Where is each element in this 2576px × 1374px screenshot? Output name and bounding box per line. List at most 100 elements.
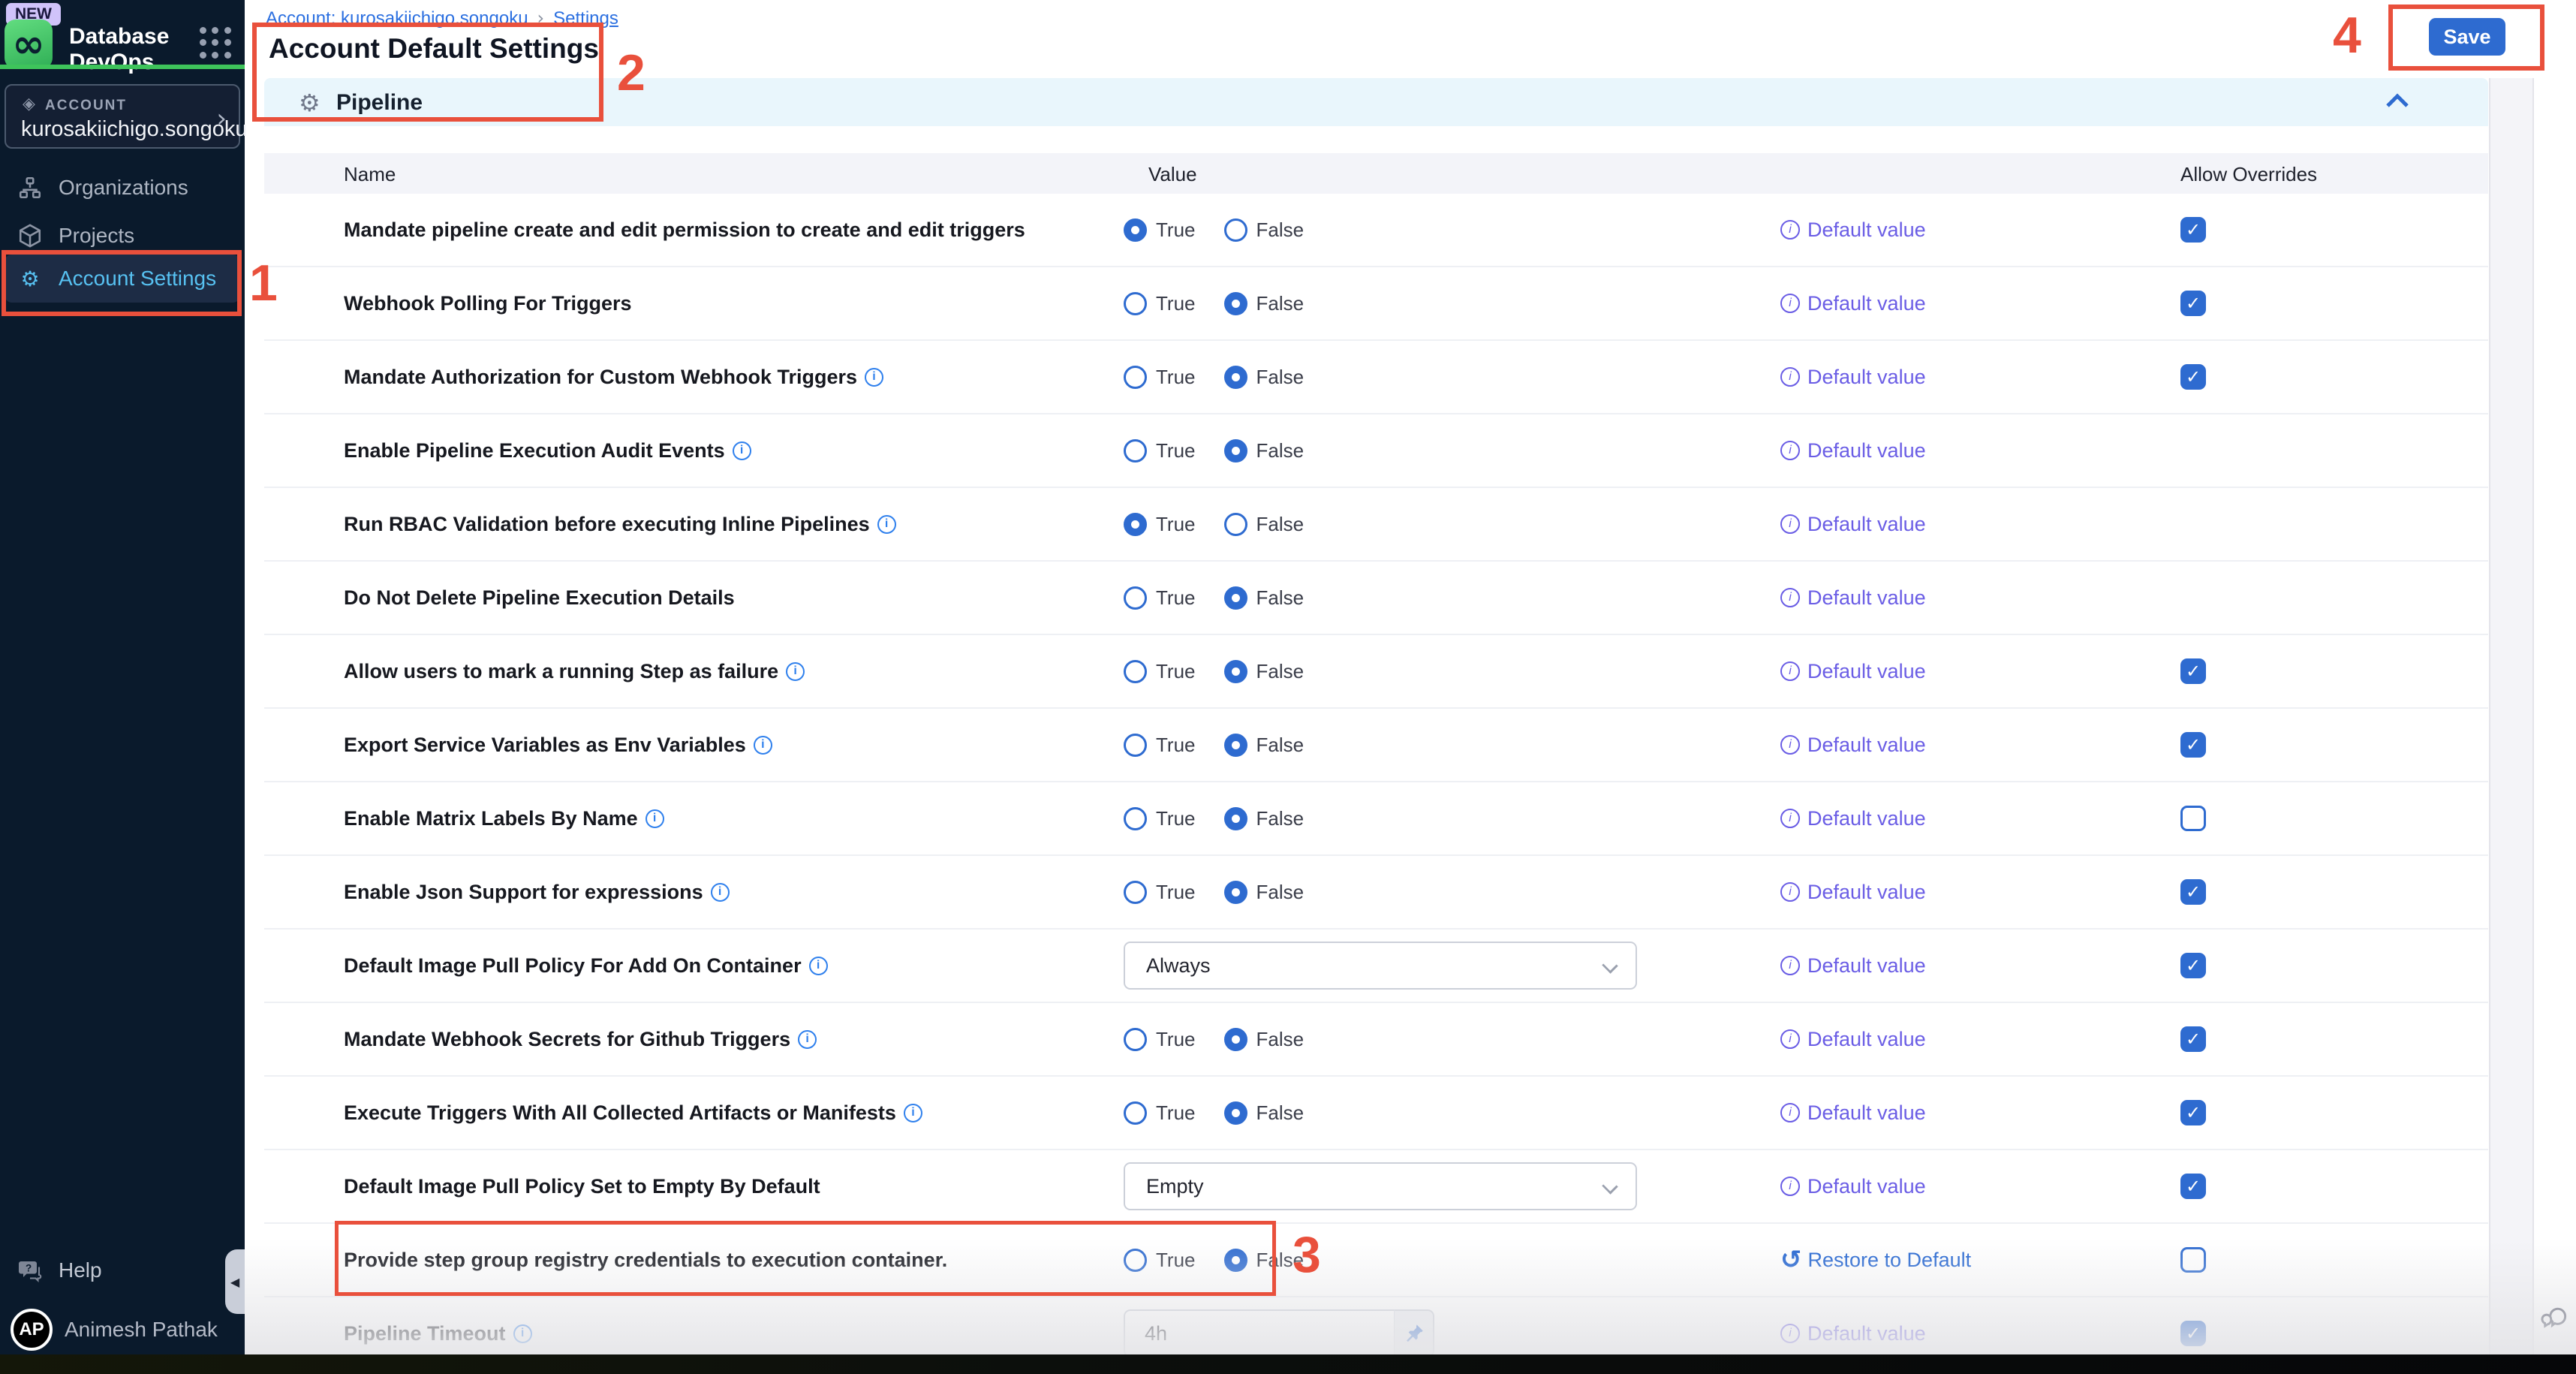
default-value-link[interactable]: iDefault value bbox=[1780, 881, 1926, 904]
info-icon[interactable]: i bbox=[877, 515, 896, 534]
avatar: AP bbox=[11, 1309, 53, 1351]
radio-option-false[interactable]: False bbox=[1224, 807, 1305, 830]
radio-option-false[interactable]: False bbox=[1224, 734, 1305, 757]
radio-option-true[interactable]: True bbox=[1124, 513, 1196, 536]
breadcrumb-settings-link[interactable]: Settings bbox=[553, 8, 618, 29]
timeout-input[interactable]: 4h bbox=[1124, 1309, 1394, 1357]
allow-overrides-checkbox[interactable]: ✓ bbox=[2180, 879, 2206, 905]
radio-option-true[interactable]: True bbox=[1124, 292, 1196, 315]
info-icon[interactable]: i bbox=[513, 1324, 532, 1343]
radio-option-false[interactable]: False bbox=[1224, 881, 1305, 904]
radio-option-false[interactable]: False bbox=[1224, 1249, 1305, 1272]
radio-option-true[interactable]: True bbox=[1124, 1101, 1196, 1125]
allow-overrides-checkbox[interactable] bbox=[2180, 1247, 2206, 1273]
help-label: Help bbox=[59, 1258, 102, 1282]
info-icon[interactable]: i bbox=[786, 662, 805, 681]
default-value-link[interactable]: iDefault value bbox=[1780, 1175, 1926, 1198]
default-value-link[interactable]: iDefault value bbox=[1780, 218, 1926, 242]
radio-option-true[interactable]: True bbox=[1124, 807, 1196, 830]
account-selector[interactable]: ◈ ACCOUNT kurosakiichigo.songoku › bbox=[5, 84, 240, 149]
allow-overrides-checkbox[interactable]: ✓ bbox=[2180, 953, 2206, 978]
info-icon[interactable]: i bbox=[865, 368, 883, 387]
default-value-label: Default value bbox=[1807, 807, 1926, 830]
radio-true-icon bbox=[1124, 439, 1147, 463]
default-value-link[interactable]: iDefault value bbox=[1780, 439, 1926, 463]
value-dropdown[interactable]: Empty bbox=[1124, 1162, 1637, 1210]
scrollbar[interactable] bbox=[2489, 78, 2534, 1354]
user-profile[interactable]: AP Animesh Pathak bbox=[0, 1305, 245, 1354]
default-value-link[interactable]: iDefault value bbox=[1780, 660, 1926, 683]
radio-option-true[interactable]: True bbox=[1124, 218, 1196, 242]
default-value-link[interactable]: iDefault value bbox=[1780, 1101, 1926, 1125]
save-button[interactable]: Save bbox=[2429, 18, 2505, 56]
default-value-link[interactable]: iDefault value bbox=[1780, 292, 1926, 315]
default-value-link[interactable]: iDefault value bbox=[1780, 1028, 1926, 1051]
radio-option-true[interactable]: True bbox=[1124, 1249, 1196, 1272]
radio-option-false[interactable]: False bbox=[1224, 366, 1305, 389]
setting-action-cell: iDefault value bbox=[1780, 1077, 1926, 1149]
radio-option-false[interactable]: False bbox=[1224, 513, 1305, 536]
default-value-link[interactable]: iDefault value bbox=[1780, 734, 1926, 757]
breadcrumb-account-link[interactable]: Account: kurosakiichigo.songoku bbox=[266, 8, 528, 29]
pin-icon[interactable] bbox=[1394, 1309, 1434, 1357]
radio-option-false[interactable]: False bbox=[1224, 439, 1305, 463]
radio-option-false[interactable]: False bbox=[1224, 1101, 1305, 1125]
setting-value-cell: True False bbox=[1124, 488, 1332, 560]
allow-overrides-checkbox[interactable]: ✓ bbox=[2180, 217, 2206, 243]
radio-option-true[interactable]: True bbox=[1124, 734, 1196, 757]
radio-option-true[interactable]: True bbox=[1124, 1028, 1196, 1051]
allow-overrides-checkbox[interactable]: ✓ bbox=[2180, 1321, 2206, 1346]
feedback-chat-icon[interactable] bbox=[2540, 1302, 2573, 1335]
radio-label: False bbox=[1256, 807, 1305, 830]
value-dropdown[interactable]: Always bbox=[1124, 942, 1637, 990]
info-icon[interactable]: i bbox=[798, 1030, 817, 1049]
radio-option-false[interactable]: False bbox=[1224, 292, 1305, 315]
allow-overrides-checkbox[interactable]: ✓ bbox=[2180, 658, 2206, 684]
sidebar-item-account-settings[interactable]: ⚙ Account Settings bbox=[5, 255, 240, 303]
default-value-link[interactable]: iDefault value bbox=[1780, 807, 1926, 830]
restore-to-default-link[interactable]: ↺Restore to Default bbox=[1780, 1247, 1971, 1273]
info-icon[interactable]: i bbox=[809, 957, 828, 975]
default-value-link[interactable]: iDefault value bbox=[1780, 1322, 1926, 1345]
info-icon[interactable]: i bbox=[733, 441, 751, 460]
default-value-link[interactable]: iDefault value bbox=[1780, 586, 1926, 610]
chevron-up-icon[interactable] bbox=[2385, 92, 2410, 111]
default-value-link[interactable]: iDefault value bbox=[1780, 513, 1926, 536]
setting-name-cell: Run RBAC Validation before executing Inl… bbox=[344, 488, 896, 560]
allow-overrides-checkbox[interactable]: ✓ bbox=[2180, 1174, 2206, 1199]
radio-label: True bbox=[1156, 439, 1196, 463]
radio-label: True bbox=[1156, 881, 1196, 904]
sidebar-collapse-handle[interactable]: ◀ bbox=[225, 1249, 245, 1314]
sidebar-item-organizations[interactable]: Organizations bbox=[0, 164, 245, 212]
radio-option-true[interactable]: True bbox=[1124, 881, 1196, 904]
radio-true-icon bbox=[1124, 807, 1147, 830]
allow-overrides-checkbox[interactable]: ✓ bbox=[2180, 1100, 2206, 1125]
help-button[interactable]: ? Help bbox=[0, 1246, 245, 1294]
radio-option-false[interactable]: False bbox=[1224, 218, 1305, 242]
allow-overrides-checkbox[interactable]: ✓ bbox=[2180, 732, 2206, 758]
radio-option-true[interactable]: True bbox=[1124, 586, 1196, 610]
allow-overrides-checkbox[interactable]: ✓ bbox=[2180, 291, 2206, 316]
pipeline-section-header[interactable]: ⚙ Pipeline bbox=[264, 78, 2488, 126]
radio-option-true[interactable]: True bbox=[1124, 366, 1196, 389]
radio-option-false[interactable]: False bbox=[1224, 660, 1305, 683]
allow-overrides-checkbox[interactable] bbox=[2180, 806, 2206, 831]
default-value-link[interactable]: iDefault value bbox=[1780, 366, 1926, 389]
radio-option-false[interactable]: False bbox=[1224, 586, 1305, 610]
radio-label: False bbox=[1256, 366, 1305, 389]
default-value-link[interactable]: iDefault value bbox=[1780, 954, 1926, 978]
allow-overrides-checkbox[interactable]: ✓ bbox=[2180, 364, 2206, 390]
radio-false-icon bbox=[1224, 1249, 1247, 1272]
info-icon[interactable]: i bbox=[904, 1104, 922, 1122]
radio-label: False bbox=[1256, 218, 1305, 242]
app-launcher-icon[interactable] bbox=[200, 27, 233, 60]
radio-option-true[interactable]: True bbox=[1124, 660, 1196, 683]
radio-true-icon bbox=[1124, 292, 1147, 315]
radio-option-false[interactable]: False bbox=[1224, 1028, 1305, 1051]
allow-overrides-checkbox[interactable]: ✓ bbox=[2180, 1026, 2206, 1052]
info-icon[interactable]: i bbox=[754, 736, 772, 755]
info-icon[interactable]: i bbox=[646, 809, 664, 828]
radio-option-true[interactable]: True bbox=[1124, 439, 1196, 463]
info-icon[interactable]: i bbox=[711, 883, 730, 902]
sidebar-item-projects[interactable]: Projects bbox=[0, 212, 245, 260]
